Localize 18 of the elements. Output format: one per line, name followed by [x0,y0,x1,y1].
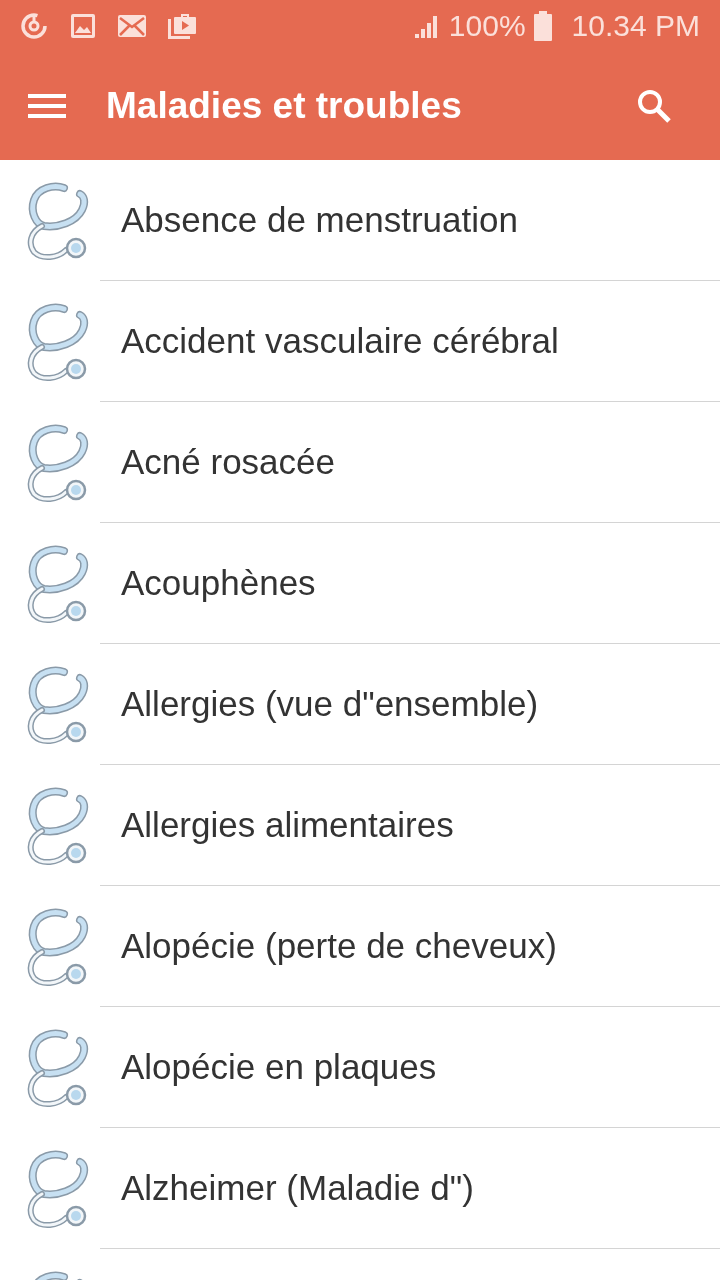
list-item-label[interactable]: Allergies alimentaires [121,798,454,852]
sync-icon [20,12,48,40]
search-icon[interactable] [636,88,672,124]
mail-icon [118,15,146,37]
list-item-label[interactable]: Allergies (vue d"ensemble) [121,677,539,731]
list-item-label[interactable]: Alzheimer (Maladie d") [121,1161,474,1215]
list-item-label[interactable]: Alopécie (perte de cheveux) [121,919,557,973]
list-item-label[interactable]: Alopécie en plaques [121,1040,437,1094]
app-bar-title: Maladies et troubles [106,84,462,129]
clock-time: 10.34 PM [571,11,700,41]
menu-icon[interactable] [28,91,68,121]
battery-percentage: 100% [448,11,526,41]
list-item-label[interactable]: Accident vasculaire cérébral [121,314,559,368]
list-item-label[interactable]: Acouphènes [121,556,316,610]
list-item-label[interactable]: Absence de menstruation [121,193,518,247]
list-item-label[interactable]: Acné rosacée [121,435,336,489]
battery-icon [533,11,552,41]
image-icon [70,13,96,39]
